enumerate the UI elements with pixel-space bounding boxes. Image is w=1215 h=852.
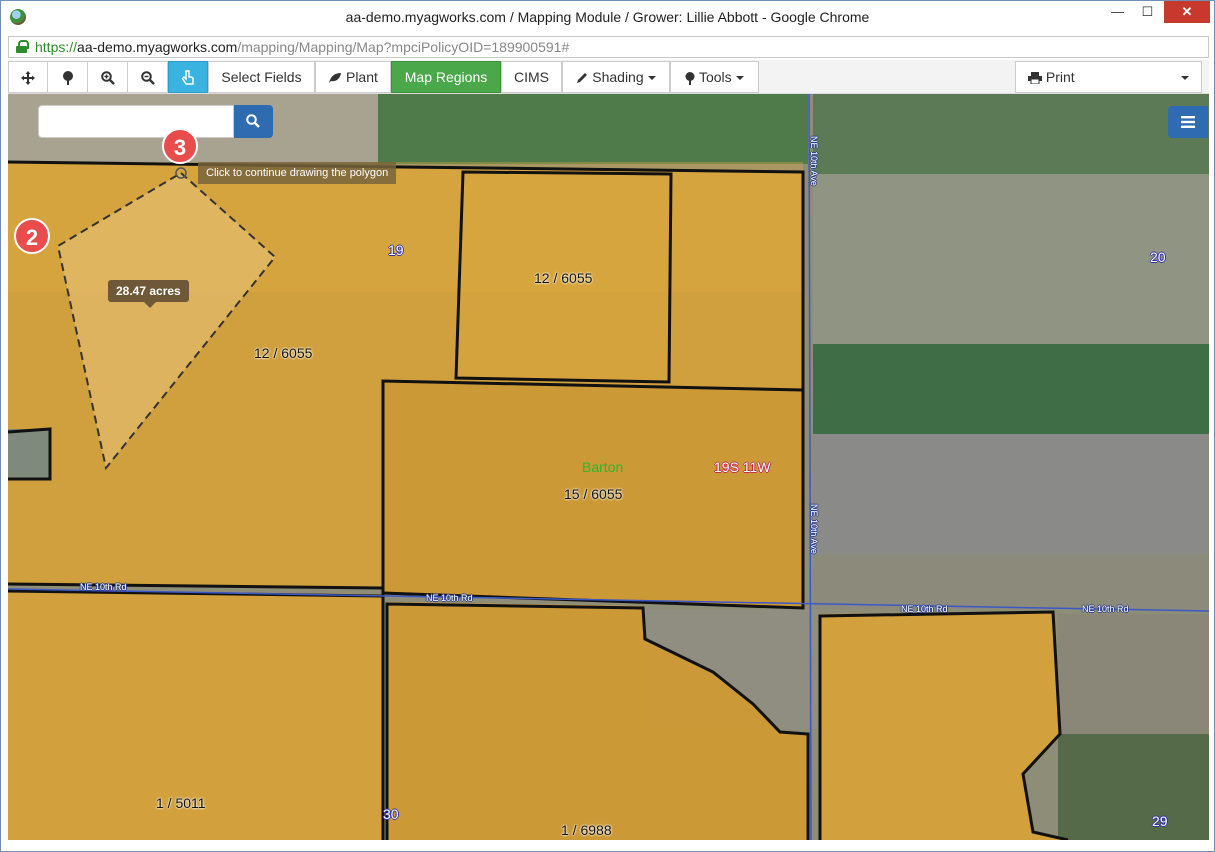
- step-badge: 2: [14, 218, 50, 254]
- minimize-button[interactable]: —: [1104, 1, 1131, 23]
- field-east-lower: [813, 554, 1209, 609]
- drawing-tooltip: Click to continue drawing the polygon: [198, 162, 397, 184]
- url-scheme: https://: [35, 39, 78, 55]
- tree-icon: [62, 71, 73, 86]
- bare-field: [813, 434, 1209, 554]
- farmstead-west: [8, 429, 50, 479]
- county-label: Barton: [582, 459, 624, 475]
- cims-button[interactable]: CIMS: [501, 61, 562, 93]
- green-crop-ne: [813, 94, 1209, 174]
- map-toolbar: Select Fields Plant Map Regions CIMS Sha…: [8, 60, 1209, 94]
- road-label: NE 10th Rd: [426, 593, 473, 603]
- title-bar: aa-demo.myagworks.com / Mapping Module /…: [1, 1, 1214, 34]
- green-field-se: [1058, 734, 1209, 840]
- plant-button[interactable]: Plant: [315, 61, 391, 93]
- section-label: 19: [388, 242, 404, 258]
- pencil-icon: [577, 73, 588, 84]
- green-crop-strip: [813, 344, 1209, 434]
- step-badge: 3: [162, 128, 198, 164]
- select-fields-button[interactable]: Select Fields: [208, 61, 315, 93]
- pin-icon: [685, 71, 695, 85]
- hand-pointer-icon: [181, 70, 194, 85]
- shading-dropdown[interactable]: Shading: [562, 61, 670, 93]
- search-icon: [246, 114, 260, 128]
- printer-icon: [1028, 72, 1042, 85]
- zoom-in-button[interactable]: [87, 61, 128, 93]
- print-label: Print: [1045, 69, 1075, 85]
- plant-label: Plant: [345, 69, 378, 85]
- zoom-out-icon: [140, 71, 155, 86]
- url-path: /mapping/Mapping/Map?mpciPolicyOID=18990…: [237, 39, 570, 55]
- url-host: aa-demo.myagworks.com: [77, 39, 238, 55]
- tools-label: Tools: [698, 69, 732, 85]
- layers-menu-button[interactable]: [1168, 106, 1208, 138]
- acres-label: 28.47 acres: [108, 280, 189, 308]
- maximize-button[interactable]: ☐: [1134, 1, 1161, 23]
- map-search-input[interactable]: [38, 105, 234, 138]
- move-icon: [21, 71, 35, 86]
- map-canvas[interactable]: Click to continue drawing the polygon 28…: [8, 94, 1209, 840]
- lock-icon: [16, 40, 29, 53]
- search-button[interactable]: [234, 105, 273, 138]
- field-label: 12 / 6055: [254, 345, 313, 361]
- green-crop-top: [378, 94, 808, 164]
- road-label: NE 10th Ave: [809, 136, 819, 186]
- chevron-down-icon: [1181, 76, 1189, 80]
- field-label: 15 / 6055: [564, 486, 623, 502]
- chevron-down-icon: [735, 76, 744, 81]
- address-bar[interactable]: https://aa-demo.myagworks.com/mapping/Ma…: [8, 36, 1209, 58]
- field-label: 1 / 6988: [561, 822, 612, 838]
- map-regions-button[interactable]: Map Regions: [391, 61, 501, 93]
- shading-label: Shading: [592, 69, 644, 85]
- zoom-out-button[interactable]: [127, 61, 168, 93]
- road-label: NE 10th Rd: [1082, 604, 1129, 614]
- leaf-icon: [329, 73, 342, 84]
- tools-dropdown[interactable]: Tools: [670, 61, 759, 93]
- section-label: 29: [1152, 813, 1168, 829]
- hamburger-icon: [1181, 116, 1195, 128]
- field-label: 1 / 5011: [156, 795, 206, 811]
- field-label: 12 / 6055: [534, 270, 593, 286]
- close-button[interactable]: ✕: [1164, 1, 1210, 23]
- window-title: aa-demo.myagworks.com / Mapping Module /…: [345, 9, 870, 25]
- chevron-down-icon: [647, 76, 656, 81]
- browser-window: aa-demo.myagworks.com / Mapping Module /…: [0, 0, 1215, 852]
- print-dropdown[interactable]: Print: [1015, 61, 1202, 93]
- section-label: 30: [383, 806, 399, 822]
- pan-button[interactable]: [8, 61, 48, 93]
- pointer-tool-button[interactable]: [168, 61, 208, 93]
- road-label: NE 10th Rd: [80, 582, 127, 592]
- township-label: 19S 11W: [714, 459, 771, 475]
- road-label: NE 10th Ave: [809, 504, 819, 554]
- road-label: NE 10th Rd: [901, 604, 948, 614]
- section-label: 20: [1150, 249, 1166, 265]
- zoom-in-icon: [100, 71, 115, 86]
- tree-button[interactable]: [47, 61, 88, 93]
